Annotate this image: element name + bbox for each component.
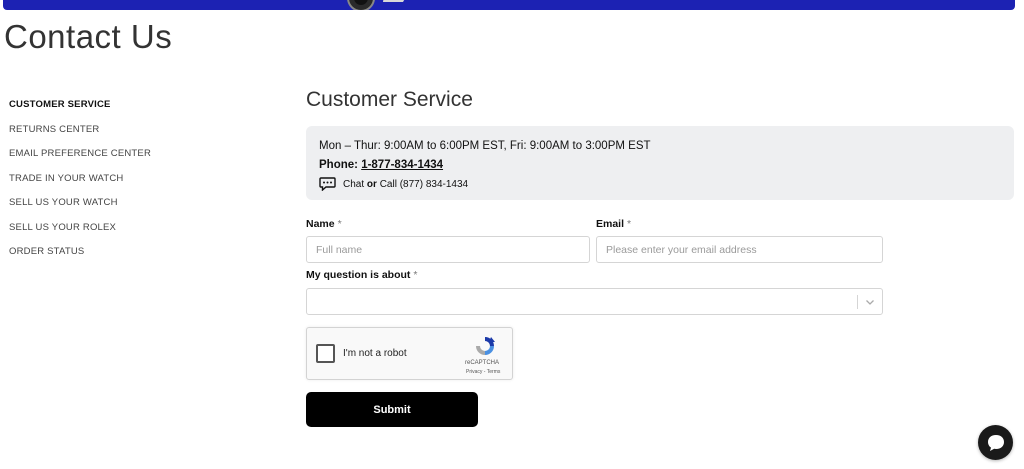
top-banner[interactable] <box>3 0 1015 10</box>
email-input[interactable] <box>596 236 883 263</box>
email-label-text: Email <box>596 218 625 230</box>
page-title: Contact Us <box>4 18 173 55</box>
contact-info-box: Mon – Thur: 9:00AM to 6:00PM EST, Fri: 9… <box>306 126 1014 200</box>
sidebar-item-customer-service[interactable]: CUSTOMER SERVICE <box>9 99 209 124</box>
call-link[interactable]: Call (877) 834-1434 <box>380 179 468 190</box>
chat-launcher-button[interactable] <box>978 425 1013 460</box>
section-title: Customer Service <box>306 88 473 111</box>
sidebar-item-sell-us-your-watch[interactable]: SELL US YOUR WATCH <box>9 197 209 222</box>
name-input[interactable] <box>306 236 590 263</box>
sidebar-item-trade-in-your-watch[interactable]: TRADE IN YOUR WATCH <box>9 173 209 198</box>
chevron-down-icon[interactable] <box>865 297 875 307</box>
select-divider <box>857 295 858 309</box>
phone-link[interactable]: 1-877-834-1434 <box>361 159 443 171</box>
chat-launcher-icon <box>987 434 1004 451</box>
chat-call-line: Chat or Call (877) 834-1434 <box>319 177 1001 191</box>
submit-button[interactable]: Submit <box>306 392 478 427</box>
sidebar-item-email-preference-center[interactable]: EMAIL PREFERENCE CENTER <box>9 148 209 173</box>
watch-image <box>347 0 405 10</box>
question-label-text: My question is about <box>306 269 411 281</box>
business-hours: Mon – Thur: 9:00AM to 6:00PM EST, Fri: 9… <box>319 140 651 152</box>
recaptcha-brand: reCAPTCHA <box>465 360 500 366</box>
recaptcha-links[interactable]: Privacy - Terms <box>466 369 500 375</box>
required-mark: * <box>627 218 632 230</box>
email-label: Email * <box>596 218 631 230</box>
name-label: Name * <box>306 218 342 230</box>
sidebar-nav: CUSTOMER SERVICE RETURNS CENTER EMAIL PR… <box>9 99 209 271</box>
recaptcha-logo-icon <box>476 337 495 355</box>
name-label-text: Name <box>306 218 335 230</box>
question-label: My question is about * <box>306 269 418 281</box>
sidebar-item-order-status[interactable]: ORDER STATUS <box>9 246 209 271</box>
chat-link[interactable]: Chat <box>343 179 364 190</box>
recaptcha-checkbox[interactable] <box>316 344 335 363</box>
phone-line: Phone: 1-877-834-1434 <box>319 158 1001 172</box>
chat-bubble-icon <box>319 177 336 191</box>
sidebar-item-sell-us-your-rolex[interactable]: SELL US YOUR ROLEX <box>9 222 209 247</box>
required-mark: * <box>337 218 342 230</box>
phone-label: Phone: <box>319 159 358 171</box>
recaptcha-widget: I'm not a robot reCAPTCHA Privacy - Term… <box>306 327 513 380</box>
sidebar-item-returns-center[interactable]: RETURNS CENTER <box>9 124 209 149</box>
chat-or-text: or <box>366 178 377 190</box>
recaptcha-label: I'm not a robot <box>343 348 407 359</box>
required-mark: * <box>413 269 418 281</box>
question-select[interactable] <box>306 288 883 315</box>
